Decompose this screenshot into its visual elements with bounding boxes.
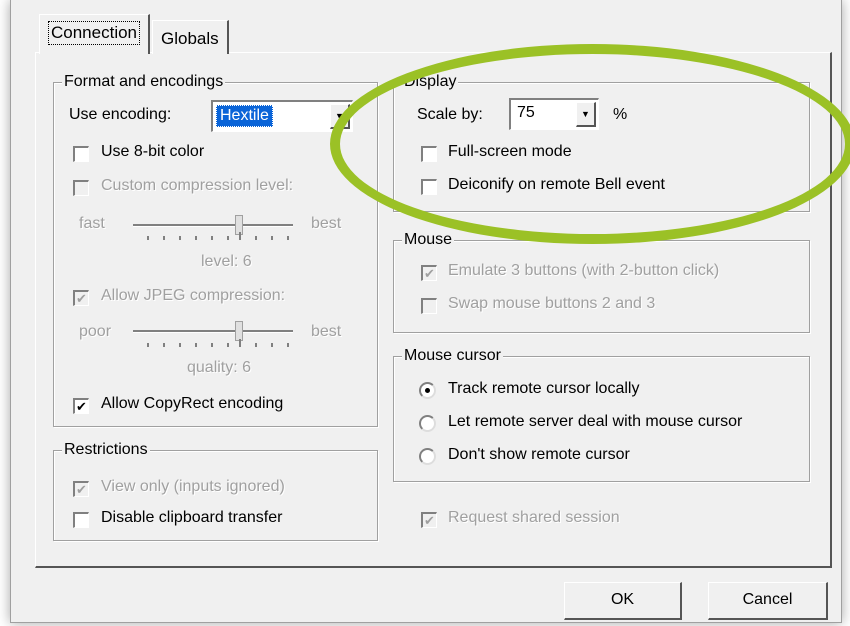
tab-connection-label: Connection — [48, 21, 141, 45]
options-dialog: Connection Globals Format and encodings … — [10, 0, 842, 623]
tab-connection[interactable]: Connection — [39, 14, 151, 54]
cancel-button[interactable]: Cancel — [708, 582, 828, 620]
tab-globals-label: Globals — [161, 29, 219, 48]
tab-globals[interactable]: Globals — [152, 20, 229, 54]
ok-button[interactable]: OK — [564, 582, 682, 620]
connection-panel — [35, 52, 832, 568]
